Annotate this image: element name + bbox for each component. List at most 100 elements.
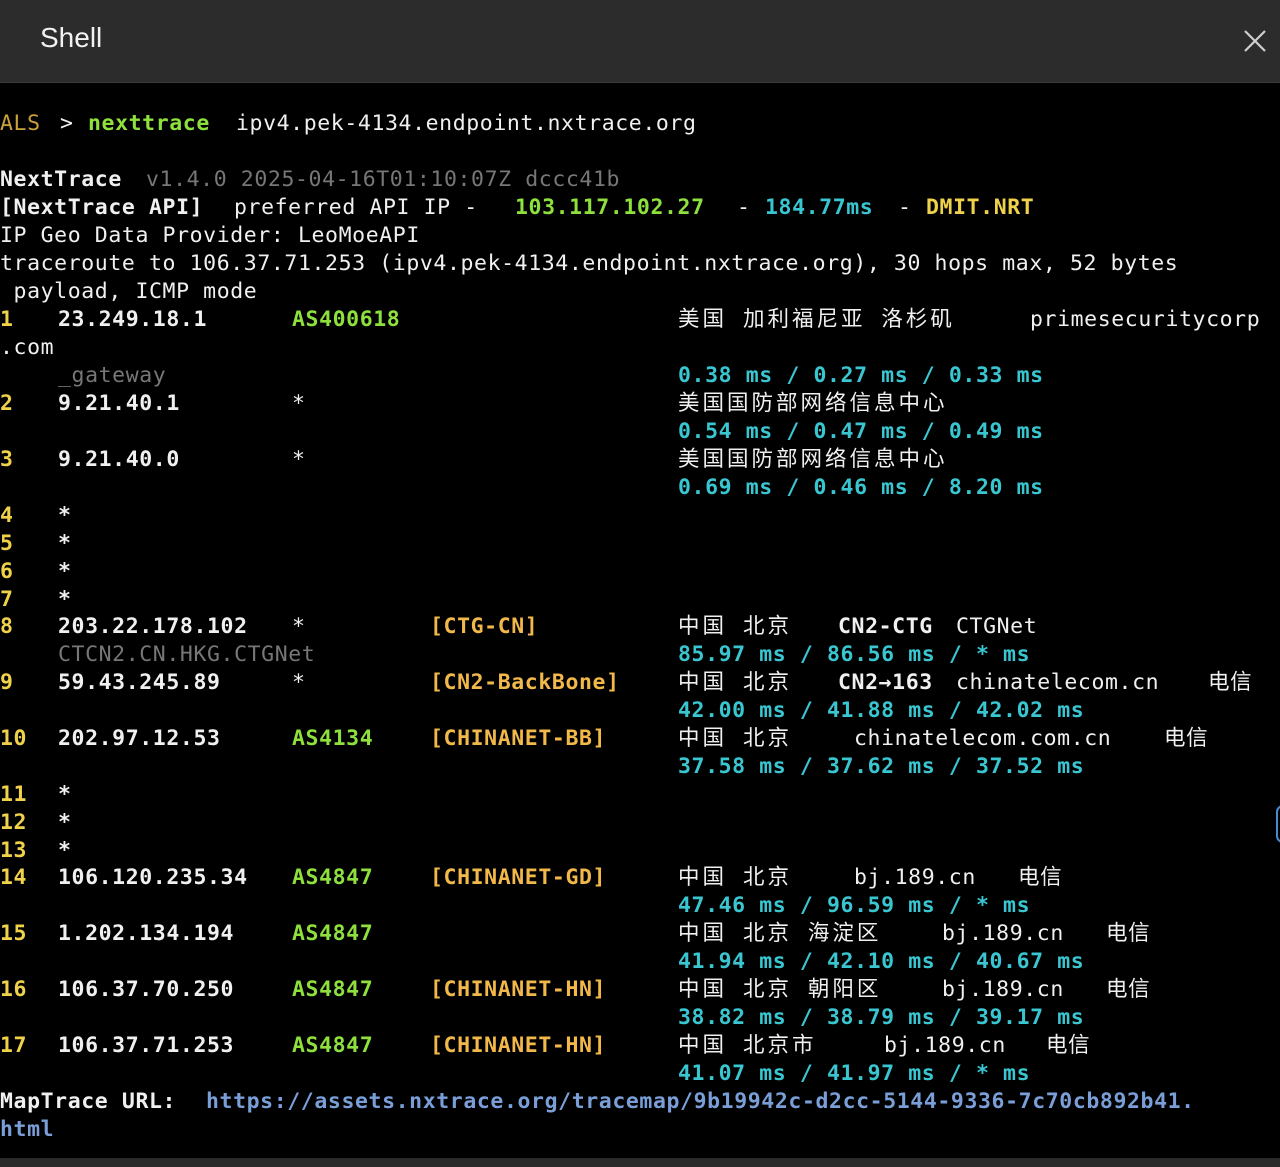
api-text: preferred API IP - <box>234 195 478 220</box>
close-icon[interactable] <box>1238 24 1272 58</box>
hop-geo: 中国 北京 <box>678 726 792 751</box>
hop-rtt: 85.97 ms / 86.56 ms / * ms <box>678 642 1031 667</box>
hop-number: 5 <box>0 531 14 556</box>
hop-geo: 美国国防部网络信息中心 <box>678 447 948 472</box>
hop-ip: 202.97.12.53 <box>58 726 221 751</box>
hop-number: 8 <box>0 614 14 639</box>
hop-geo: 中国 北京 <box>678 614 792 639</box>
hop-rtt: 47.46 ms / 96.59 ms / * ms <box>678 893 1031 918</box>
hop-detail: 38.82 ms / 38.79 ms / 39.17 ms <box>0 1004 1084 1032</box>
hop-number: 10 <box>0 726 28 751</box>
hop-number: 17 <box>0 1033 28 1058</box>
hop-number: 16 <box>0 977 28 1002</box>
hop-rtt: 41.94 ms / 42.10 ms / 40.67 ms <box>678 949 1085 974</box>
hop-ip: * <box>58 559 72 584</box>
api-dash-2: - <box>898 195 912 220</box>
hop-number: 7 <box>0 587 14 612</box>
hop-row: 6 * <box>0 558 71 586</box>
maptrace-link[interactable]: https://assets.nxtrace.org/tracemap/9b19… <box>206 1088 1195 1116</box>
hop-asn: AS4847 <box>292 1033 374 1058</box>
api-ip: 103.117.102.27 <box>515 195 705 220</box>
hop-domain: chinatelecom.com.cn <box>854 726 1112 751</box>
hop-geo: 中国 北京市 <box>678 1033 817 1058</box>
version-line: NextTrace v1.4.0 2025-04-16T01:10:07Z dc… <box>0 166 619 194</box>
maptrace-link-cont[interactable]: html <box>0 1116 54 1144</box>
hop-geo: 中国 北京 <box>678 670 792 695</box>
hop-detail: 37.58 ms / 37.62 ms / 37.52 ms <box>0 753 1084 781</box>
hop-ip: 106.120.235.34 <box>58 865 248 890</box>
hop-isp: 电信 <box>1208 670 1253 695</box>
hop-network: CN2-CTG <box>838 614 933 639</box>
hop-ip: 59.43.245.89 <box>58 670 221 695</box>
prompt-label: ALS <box>0 111 41 136</box>
hop-isp: 电信 <box>1046 1033 1091 1058</box>
hop-ip: 1.202.134.194 <box>58 921 235 946</box>
hop-domain: bj.189.cn <box>884 1033 1006 1058</box>
command-name: nexttrace <box>88 111 210 136</box>
hop-tag: [CN2-BackBone] <box>430 670 620 695</box>
hop-number: 12 <box>0 810 28 835</box>
hop-tag: [CHINANET-HN] <box>430 1033 607 1058</box>
scroll-handle[interactable] <box>1276 805 1280 843</box>
hop-asn: * <box>292 391 306 416</box>
hop-detail: 41.07 ms / 41.97 ms / * ms <box>0 1060 1030 1088</box>
hop-ip: * <box>58 531 72 556</box>
maptrace-line-cont: html <box>0 1116 54 1144</box>
hop-row: 4 * <box>0 502 71 530</box>
geo-provider-text: IP Geo Data Provider: LeoMoeAPI <box>0 223 420 248</box>
hop-row: 8 203.22.178.102 * [CTG-CN] 中国 北京 CN2-CT… <box>0 613 1037 641</box>
api-line: [NextTrace API] preferred API IP - 103.1… <box>0 194 1034 222</box>
hop-isp: 电信 <box>1018 865 1063 890</box>
hop-ip: 203.22.178.102 <box>58 614 248 639</box>
hop-detail: 0.54 ms / 0.47 ms / 0.49 ms <box>0 418 1043 446</box>
hop-row: 1 23.249.18.1 AS400618 美国 加利福尼亚 洛杉矶 prim… <box>0 306 1260 334</box>
hop-hostname: CTCN2.CN.HKG.CTGNet <box>58 642 316 667</box>
hop-row: 11 * <box>0 781 71 809</box>
hop-isp: 电信 <box>1106 921 1151 946</box>
hop-tag: [CTG-CN] <box>430 614 539 639</box>
hop-detail: _gateway 0.38 ms / 0.27 ms / 0.33 ms <box>0 362 1043 390</box>
hop-row: 7 * <box>0 586 71 614</box>
hop-number: 6 <box>0 559 14 584</box>
api-node: DMIT.NRT <box>926 195 1035 220</box>
hop-detail: 41.94 ms / 42.10 ms / 40.67 ms <box>0 948 1084 976</box>
hop-ip: 9.21.40.1 <box>58 391 180 416</box>
hop-domain: bj.189.cn <box>942 977 1064 1002</box>
hop-row: 3 9.21.40.0 * 美国国防部网络信息中心 <box>0 446 945 474</box>
hop-detail: 47.46 ms / 96.59 ms / * ms <box>0 892 1030 920</box>
prompt-separator: > <box>60 111 74 136</box>
hop-rtt: 0.38 ms / 0.27 ms / 0.33 ms <box>678 363 1044 388</box>
hop-row: 5 * <box>0 530 71 558</box>
hop-number: 9 <box>0 670 14 695</box>
hop-row-cont: .com <box>0 334 54 362</box>
api-label: [NextTrace API] <box>0 195 204 220</box>
api-dash-1: - <box>737 195 751 220</box>
hop-detail: CTCN2.CN.HKG.CTGNet 85.97 ms / 86.56 ms … <box>0 641 1030 669</box>
hop-hostname: _gateway <box>58 363 167 388</box>
hop-asn: AS4847 <box>292 865 374 890</box>
terminal-output[interactable]: ALS > nexttrace ipv4.pek-4134.endpoint.n… <box>0 110 1280 1155</box>
hop-domain: bj.189.cn <box>942 921 1064 946</box>
hop-tag: [CHINANET-HN] <box>430 977 607 1002</box>
hop-number: 3 <box>0 447 14 472</box>
hop-asn: * <box>292 614 306 639</box>
hop-row: 10 202.97.12.53 AS4134 [CHINANET-BB] 中国 … <box>0 725 1208 753</box>
hop-ip: * <box>58 838 72 863</box>
traceroute-header-cont: payload, ICMP mode <box>0 278 257 306</box>
api-latency: 184.77ms <box>765 195 874 220</box>
hop-ip: * <box>58 503 72 528</box>
hop-row: 13 * <box>0 837 71 865</box>
hop-number: 1 <box>0 307 14 332</box>
hop-number: 2 <box>0 391 14 416</box>
version-info: v1.4.0 2025-04-16T01:10:07Z dccc41b <box>146 167 621 192</box>
hop-rtt: 42.00 ms / 41.88 ms / 42.02 ms <box>678 698 1085 723</box>
traceroute-text-2: payload, ICMP mode <box>0 279 258 304</box>
hop-asn: AS400618 <box>292 307 401 332</box>
hop-row: 2 9.21.40.1 * 美国国防部网络信息中心 <box>0 390 945 418</box>
hop-ip: 106.37.70.250 <box>58 977 235 1002</box>
hop-asn: * <box>292 670 306 695</box>
prompt-line: ALS > nexttrace ipv4.pek-4134.endpoint.n… <box>0 110 696 138</box>
hop-asn: AS4847 <box>292 921 374 946</box>
window-title: Shell <box>40 22 103 53</box>
hop-geo: 美国国防部网络信息中心 <box>678 391 948 416</box>
